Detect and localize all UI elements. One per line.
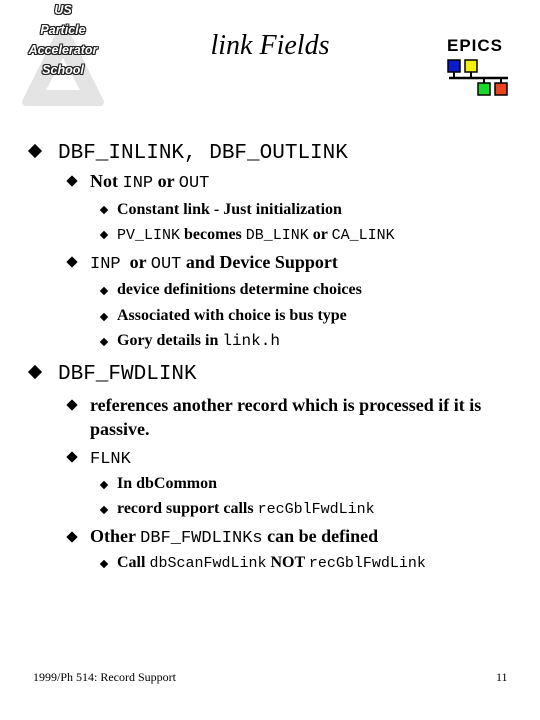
item-references-record-cont: passive. [90,419,150,439]
code-text: DBF_INLINK, DBF_OUTLINK [58,142,348,165]
epics-brand: EPICS [447,36,504,55]
epics-network-icon [447,59,508,96]
item-references-record: references another record which is proce… [90,395,482,415]
item-inp-out-device-support: INP or OUT and Device Support [90,252,338,274]
item-not-inp-out: Not INP or OUT [90,171,210,193]
item-dbf-inlink-outlink: DBF_INLINK, DBF_OUTLINK [58,139,348,165]
footer-course-label: 1999/Ph 514: Record Support [33,670,176,684]
item-pv-link: PV_LINK becomes DB_LINK or CA_LINK [117,226,395,244]
item-call-dbscanfwdlink: Call dbScanFwdLink NOT recGblFwdLink [117,554,426,572]
logo-text-line: School [42,63,84,77]
item-associated-bus-type: Associated with choice is bus type [117,307,347,324]
logo-text-line: US [54,3,72,17]
item-in-dbcommon: In dbCommon [117,475,218,492]
item-dbf-fwdlink: DBF_FWDLINK [58,363,197,386]
item-other-fwdlinks: Other DBF_FWDLINKs can be defined [90,526,379,548]
item-device-definitions: device definitions determine choices [117,281,362,298]
item-record-support-calls: record support calls recGblFwdLink [117,500,375,518]
item-flnk: FLNK [90,450,131,469]
item-gory-details: Gory details in link.h [117,332,280,350]
item-constant-link: Constant link - Just initialization [117,201,342,218]
page-number: 11 [496,670,508,684]
